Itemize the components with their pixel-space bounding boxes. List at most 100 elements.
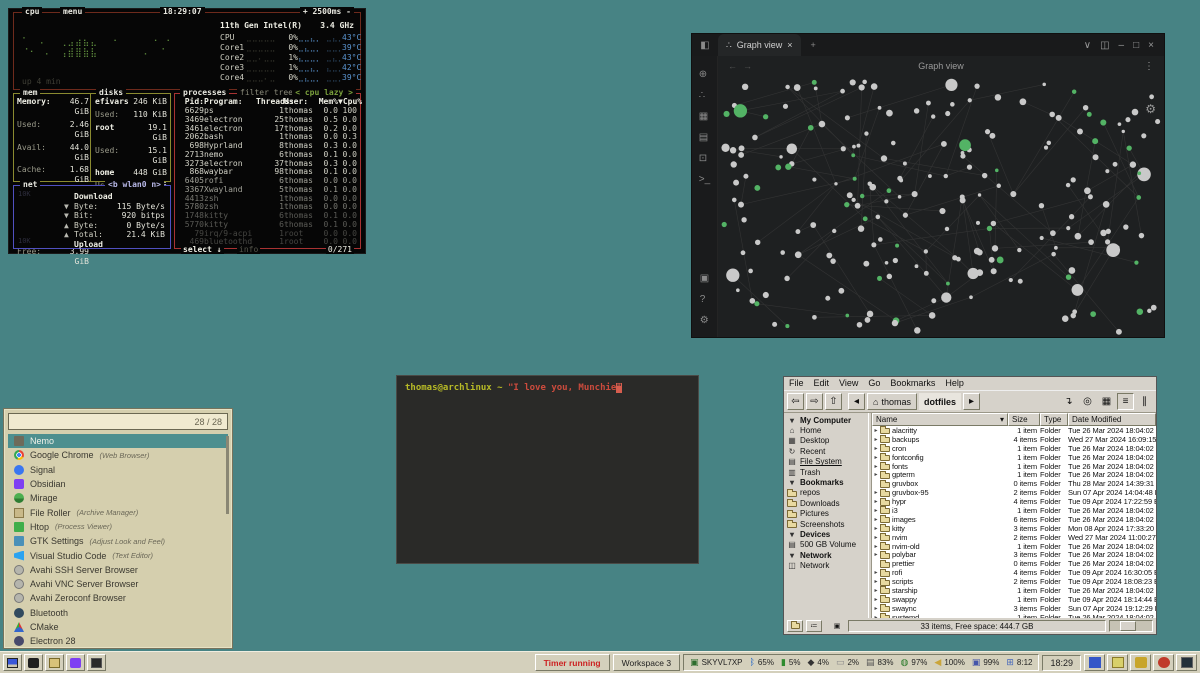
maximize-button[interactable]: □	[1133, 40, 1139, 51]
ribbon-icon[interactable]: ∴	[699, 85, 710, 106]
launcher-scrollbar[interactable]	[226, 436, 229, 514]
mem-title[interactable]: mem	[20, 88, 40, 97]
ribbon-icon[interactable]: ⊡	[699, 148, 710, 169]
launcher-item[interactable]: Visual Studio Code (Text Editor)	[8, 548, 228, 562]
expander-icon[interactable]: ▸	[872, 445, 880, 452]
icon-view-icon[interactable]: ▦	[1098, 393, 1115, 410]
file-row[interactable]: ▸ starship 1 item Folder Tue 26 Mar 2024…	[872, 586, 1156, 595]
ribbon-icon[interactable]: ?	[700, 289, 709, 310]
tab-close-icon[interactable]: ×	[787, 40, 792, 50]
sidebar-item[interactable]: ▾ Devices	[787, 529, 868, 539]
menu-item[interactable]: Go	[868, 378, 880, 389]
expander-icon[interactable]: ▸	[872, 551, 880, 558]
select-hint[interactable]: select ↓	[181, 245, 224, 254]
sidebar-item[interactable]: ◫ Network	[787, 560, 868, 570]
file-row[interactable]: ▸ scripts 2 items Folder Tue 09 Apr 2024…	[872, 577, 1156, 586]
taskbar-window-button[interactable]	[66, 654, 85, 671]
expander-icon[interactable]: ▸	[872, 543, 880, 550]
menu-item[interactable]: File	[789, 378, 804, 389]
taskbar-window-button[interactable]	[45, 654, 64, 671]
tray-item[interactable]: ▤ 83%	[866, 658, 894, 668]
new-tab-icon[interactable]: ↴	[1060, 393, 1077, 410]
file-row[interactable]: ▸ images 6 items Folder Tue 26 Mar 2024 …	[872, 515, 1156, 524]
graph-settings-icon[interactable]: ⚙	[1145, 102, 1156, 116]
file-row[interactable]: ▸ alacritty 1 item Folder Tue 26 Mar 202…	[872, 426, 1156, 435]
search-icon[interactable]: ◎	[1079, 393, 1096, 410]
file-row[interactable]: ▸ swappy 1 item Folder Tue 09 Apr 2024 1…	[872, 595, 1156, 604]
list-view-icon[interactable]: ≡	[1117, 393, 1134, 410]
expander-icon[interactable]: ▸	[872, 516, 880, 523]
sidebar-item[interactable]: ▥ Trash	[787, 467, 868, 477]
launcher-item[interactable]: Obsidian	[8, 477, 228, 491]
ribbon-icon[interactable]: ▣	[700, 268, 709, 289]
expander-icon[interactable]: ▸	[872, 534, 880, 541]
expander-icon[interactable]: ▸	[872, 498, 880, 505]
tray-item[interactable]: ▣ SKYVL7XP	[690, 658, 742, 668]
expander-icon[interactable]: ▸	[872, 569, 880, 576]
tray-item[interactable]: ▣ 99%	[972, 658, 1000, 668]
sort-selector[interactable]: < cpu lazy >	[292, 88, 356, 97]
minimize-button[interactable]: –	[1119, 40, 1125, 51]
launcher-item[interactable]: File Roller (Archive Manager)	[8, 505, 228, 519]
expander-icon[interactable]: ▸	[872, 436, 880, 443]
horizontal-scrollbar[interactable]	[1109, 620, 1153, 632]
file-row[interactable]: ▸ cron 1 item Folder Tue 26 Mar 2024 18:…	[872, 444, 1156, 453]
file-row[interactable]: ▸ kitty 3 items Folder Mon 08 Apr 2024 1…	[872, 524, 1156, 533]
menu-item[interactable]: View	[839, 378, 858, 389]
expander-icon[interactable]: ▸	[872, 605, 880, 612]
filter-button[interactable]: filter	[237, 88, 272, 97]
file-row[interactable]: ▸ swaync 3 items Folder Sun 07 Apr 2024 …	[872, 604, 1156, 613]
net-title[interactable]: net	[20, 180, 40, 189]
sidebar-item[interactable]: Screenshots	[787, 519, 868, 529]
expander-icon[interactable]: ▸	[872, 578, 880, 585]
path-segment-current[interactable]: dotfiles	[919, 393, 961, 410]
sidebar-item[interactable]: ▾ Bookmarks	[787, 477, 868, 487]
workspace-indicator[interactable]: Workspace 3	[613, 654, 680, 671]
sidebar-item[interactable]: ▾ My Computer	[787, 415, 868, 425]
expander-icon[interactable]: ▸	[872, 463, 880, 470]
ribbon-icon[interactable]: >_	[699, 169, 710, 190]
path-segment-home[interactable]: ⌂thomas	[867, 393, 917, 410]
launcher-item[interactable]: Htop (Process Viewer)	[8, 520, 228, 534]
file-row[interactable]: ▸ nvim-old 1 item Folder Tue 26 Mar 2024…	[872, 542, 1156, 551]
tray-item[interactable]: ᛒ 65%	[750, 658, 774, 668]
sidebar-item[interactable]: Pictures	[787, 509, 868, 519]
layout-icon[interactable]: ◫	[1100, 40, 1109, 51]
expander-icon[interactable]: ▸	[872, 427, 880, 434]
launcher-item[interactable]: Google Chrome (Web Browser)	[8, 448, 228, 462]
ribbon-icon[interactable]: ▦	[699, 106, 710, 127]
close-button[interactable]: ×	[1148, 40, 1154, 51]
expander-icon[interactable]: ▸	[872, 507, 880, 514]
tray-item[interactable]: ◍ 97%	[901, 658, 928, 668]
launcher-item[interactable]: Avahi VNC Server Browser	[8, 577, 228, 591]
column-name[interactable]: Name▾	[872, 413, 1008, 426]
launcher-item[interactable]: Signal	[8, 463, 228, 477]
back-button[interactable]: ⇦	[787, 393, 804, 410]
sidebar-item[interactable]: ▦ Desktop	[787, 436, 868, 446]
net-device[interactable]: <b wlan0 n>	[105, 180, 164, 189]
disks-title[interactable]: disks	[96, 88, 126, 97]
menu-item[interactable]: Edit	[814, 378, 830, 389]
sidebar-item[interactable]: ▤ File System	[787, 457, 868, 467]
tray-item[interactable]: ▮ 5%	[781, 658, 801, 668]
pane-toggle[interactable]: ▣	[829, 620, 845, 632]
launcher-search-input[interactable]: 28 / 28	[8, 413, 228, 430]
column-type[interactable]: Type	[1040, 413, 1068, 426]
graph-canvas[interactable]	[718, 76, 1164, 337]
dir-tree-toggle[interactable]	[787, 620, 803, 632]
tray-launcher-button[interactable]	[1176, 654, 1197, 671]
dual-pane-icon[interactable]: ∥	[1136, 393, 1153, 410]
launcher-item[interactable]: Avahi SSH Server Browser	[8, 563, 228, 577]
column-date[interactable]: Date Modified	[1068, 413, 1156, 426]
new-tab-button[interactable]: +	[801, 40, 826, 50]
sidebar-item[interactable]: ↻ Recent	[787, 446, 868, 456]
btop-interval[interactable]: + 2500ms -	[300, 7, 354, 16]
menu-item[interactable]: Bookmarks	[890, 378, 935, 389]
sidebar-item[interactable]: ▤ 500 GB Volume	[787, 540, 868, 550]
taskbar-window-button[interactable]	[3, 654, 22, 671]
shortcuts-toggle[interactable]: ≔	[806, 620, 822, 632]
taskbar-window-button[interactable]	[24, 654, 43, 671]
sidebar-item[interactable]: repos	[787, 488, 868, 498]
file-row[interactable]: ▸ hypr 4 items Folder Tue 09 Apr 2024 17…	[872, 497, 1156, 506]
tray-item[interactable]: ⊞ 8:12	[1006, 658, 1032, 668]
